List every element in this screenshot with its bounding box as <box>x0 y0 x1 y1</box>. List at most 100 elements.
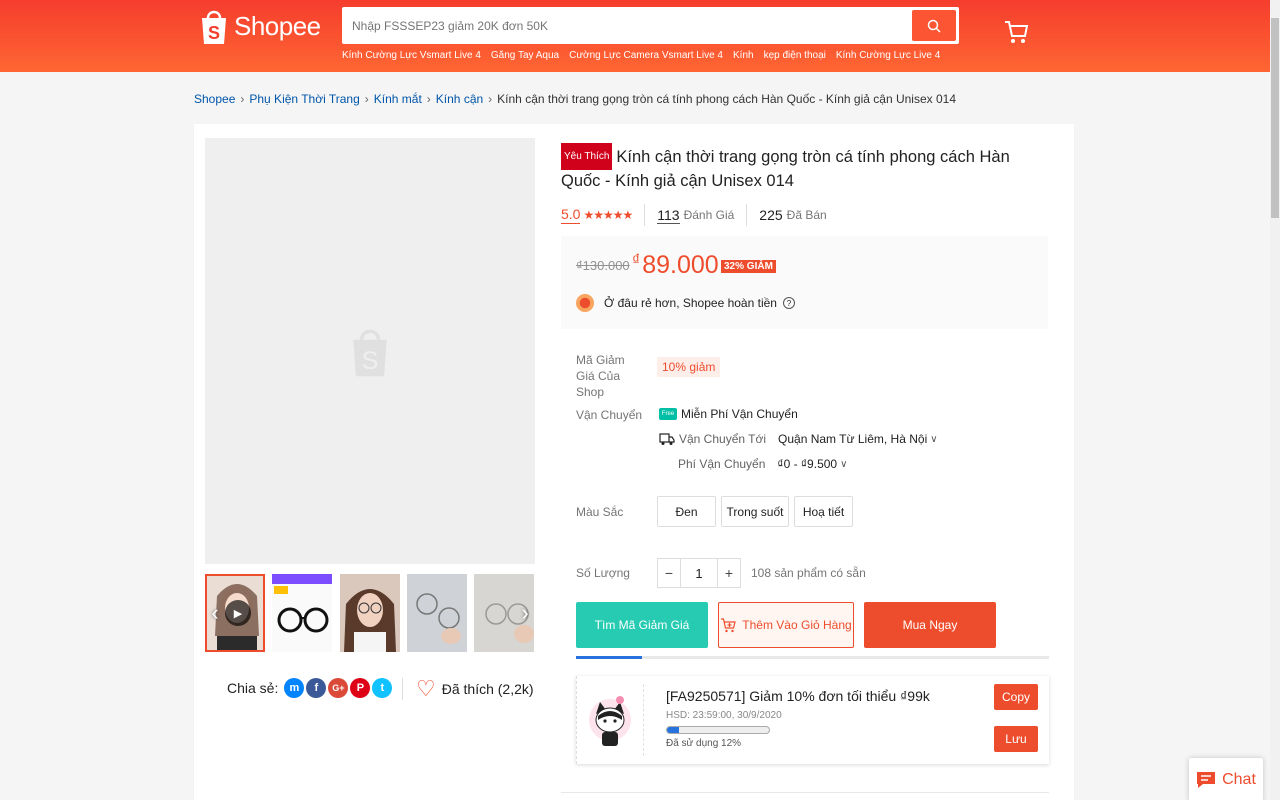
increase-button[interactable]: + <box>717 558 741 588</box>
heart-icon: ♡ <box>416 676 436 701</box>
search-icon <box>927 19 941 33</box>
scrollbar[interactable] <box>1270 0 1280 800</box>
ship-to-label: Vận Chuyển Tới <box>679 432 767 446</box>
divider <box>644 204 646 226</box>
find-voucher-button[interactable]: Tìm Mã Giảm Giá <box>576 602 708 648</box>
original-price: ₫130.000 <box>576 258 630 273</box>
currency-symbol: ₫ <box>632 252 641 269</box>
search-input[interactable] <box>342 7 910 44</box>
buy-now-button[interactable]: Mua Ngay <box>864 602 996 648</box>
thumbnail-image <box>407 574 467 652</box>
thumbnail[interactable] <box>272 574 332 652</box>
breadcrumb-current: Kính cận thời trang gọng tròn cá tính ph… <box>497 92 956 106</box>
hot-keyword[interactable]: Găng Tay Aqua <box>491 50 559 61</box>
price-guarantee[interactable]: Ở đâu rẻ hơn, Shopee hoàn tiền ? <box>576 294 795 312</box>
reviews-count[interactable]: 113 <box>657 207 680 224</box>
prev-arrow-icon[interactable]: ‹ <box>205 598 225 628</box>
chat-label: Chat <box>1222 771 1256 788</box>
add-to-cart-button[interactable]: Thêm Vào Giỏ Hàng <box>718 602 854 648</box>
shipping-label: Vận Chuyển <box>576 408 643 422</box>
decrease-button[interactable]: − <box>657 558 681 588</box>
free-shipping: Free Miễn Phí Vận Chuyển <box>659 407 798 421</box>
shop-cat-avatar <box>589 696 631 746</box>
quantity-stepper: − 1 + <box>657 558 741 588</box>
divider <box>402 678 403 700</box>
ship-to-value[interactable]: Quận Nam Từ Liêm, Hà Nội <box>778 432 927 446</box>
quantity-label: Số Lượng <box>576 566 630 580</box>
breadcrumb-link[interactable]: Kính mắt <box>374 92 422 106</box>
thumbnail[interactable] <box>407 574 467 652</box>
color-option-pattern[interactable]: Hoạ tiết <box>794 496 853 527</box>
voucher-card: [FA9250571] Giảm 10% đơn tối thiểu ₫99k … <box>576 676 1049 764</box>
ship-fee-value[interactable]: ₫0 - ₫9.500 <box>777 457 837 471</box>
reviews-label: Đánh Giá <box>683 208 735 222</box>
color-option-clear[interactable]: Trong suốt <box>721 496 789 527</box>
messenger-icon[interactable]: m <box>284 678 305 698</box>
color-label: Màu Sắc <box>576 505 624 519</box>
hot-keyword[interactable]: Kính <box>733 50 754 61</box>
voucher-expiry: HSD: 23:59:00, 30/9/2020 <box>666 710 782 721</box>
save-voucher-button[interactable]: Lưu <box>994 726 1038 752</box>
shopee-logo[interactable]: S Shopee <box>200 6 321 46</box>
hot-keyword[interactable]: kẹp điện thoại <box>764 50 826 61</box>
thumbnail-strip: ▶ ‹ › <box>205 574 535 652</box>
chevron-down-icon[interactable]: ∨ <box>930 434 937 445</box>
search-button[interactable] <box>912 10 956 41</box>
rating-value[interactable]: 5.0 <box>561 206 581 224</box>
quantity-input[interactable]: 1 <box>681 558 717 588</box>
facebook-icon[interactable]: f <box>306 678 327 698</box>
shopee-placeholder-icon: S <box>353 329 387 377</box>
color-option-black[interactable]: Đen <box>657 496 716 527</box>
chevron-right-icon: › <box>426 92 431 106</box>
chevron-right-icon: › <box>364 92 369 106</box>
sold-count: 225 <box>759 207 783 223</box>
next-arrow-icon[interactable]: › <box>515 598 535 628</box>
pinterest-icon[interactable]: P <box>350 678 371 698</box>
product-main-image[interactable]: S <box>205 138 535 564</box>
active-tab-indicator <box>576 656 642 659</box>
favorite-badge: Yêu Thích <box>561 143 613 170</box>
help-icon[interactable]: ? <box>782 297 795 309</box>
truck-icon <box>659 433 675 445</box>
voucher-title: [FA9250571] Giảm 10% đơn tối thiểu ₫99k <box>666 688 930 704</box>
hot-keyword[interactable]: Cường Lực Camera Vsmart Live 4 <box>569 50 723 61</box>
cart-icon[interactable] <box>1003 19 1029 45</box>
add-to-cart-label: Thêm Vào Giỏ Hàng <box>742 618 852 632</box>
share-label: Chia sẻ: <box>227 680 279 696</box>
breadcrumb-link[interactable]: Phụ Kiện Thời Trang <box>249 92 359 106</box>
discount-badge: 32% GIẢM <box>721 260 776 273</box>
twitter-icon[interactable]: t <box>372 678 393 698</box>
scrollbar-thumb[interactable] <box>1271 18 1279 218</box>
shipping-destination: Vận Chuyển Tới Quận Nam Từ Liêm, Hà Nội … <box>659 432 938 446</box>
hot-keyword[interactable]: Kính Cường Lực Vsmart Live 4 <box>342 50 481 61</box>
thumbnail[interactable] <box>340 574 400 652</box>
product-title-text: Kính cận thời trang gọng tròn cá tính ph… <box>561 148 1010 190</box>
price-box: ₫130.000 ₫89.000 32% GIẢM Ở đâu rẻ hơn, … <box>561 236 1048 329</box>
header: S Shopee Kính Cường Lực Vsmart Live 4 Gă… <box>0 0 1270 72</box>
thumbnail-image <box>272 574 332 652</box>
chevron-right-icon: › <box>240 92 245 106</box>
ship-fee-label: Phí Vận Chuyển <box>678 457 766 471</box>
breadcrumb-link[interactable]: Shopee <box>194 92 235 106</box>
google-plus-icon[interactable]: G+ <box>328 678 349 698</box>
divider <box>643 684 644 756</box>
like-button[interactable]: ♡ Đã thích (2,2k) <box>416 678 534 700</box>
shopee-bag-icon: S <box>202 10 226 44</box>
breadcrumb-link[interactable]: Kính cận <box>436 92 483 106</box>
hot-keywords: Kính Cường Lực Vsmart Live 4 Găng Tay Aq… <box>342 50 940 61</box>
play-icon[interactable]: ▶ <box>225 600 251 626</box>
free-shipping-icon: Free <box>659 408 677 420</box>
chat-button[interactable]: Chat <box>1189 758 1263 800</box>
breadcrumb: Shopee › Phụ Kiện Thời Trang › Kính mắt … <box>194 92 956 106</box>
copy-button[interactable]: Copy <box>994 684 1038 710</box>
shop-voucher-tag[interactable]: 10% giảm <box>657 357 721 377</box>
shipping-fee: Phí Vận Chuyển ₫0 - ₫9.500 ∨ <box>678 457 847 471</box>
product-title: Yêu Thích Kính cận thời trang gọng tròn c… <box>561 143 1051 193</box>
hot-keyword[interactable]: Kính Cường Lực Live 4 <box>836 50 940 61</box>
chevron-down-icon[interactable]: ∨ <box>840 459 847 470</box>
divider <box>746 204 748 226</box>
logo-text: Shopee <box>234 10 321 41</box>
cart-plus-icon <box>721 618 737 633</box>
product-stats: 5.0 ★★★★★ 113 Đánh Giá 225 Đã Bán <box>561 204 827 226</box>
voucher-usage-fill <box>667 727 680 733</box>
